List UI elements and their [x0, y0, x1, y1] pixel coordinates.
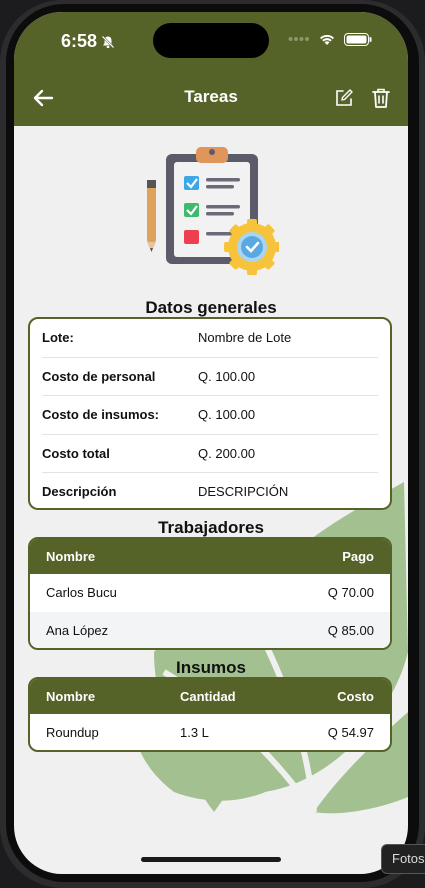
info-value: Nombre de Lote — [198, 330, 292, 346]
status-indicators — [288, 32, 372, 46]
status-time-text: 6:58 — [61, 31, 98, 51]
dynamic-island — [153, 23, 269, 58]
app-screen: 6:58 Tareas Datos generales Lote: Nombre… — [14, 12, 408, 874]
table-header: Nombre Cantidad Costo — [30, 679, 390, 714]
supply-quantity: 1.3 L — [180, 725, 209, 741]
fotos-tooltip: Fotos — [381, 844, 425, 874]
app-header: 6:58 Tareas — [14, 12, 408, 126]
table-row[interactable]: Roundup 1.3 L Q 54.97 — [30, 714, 390, 750]
column-header-nombre: Nombre — [46, 549, 96, 564]
info-row-costo-insumos: Costo de insumos: Q. 100.00 — [42, 396, 378, 435]
supply-name: Roundup — [46, 725, 99, 741]
supplies-table: Nombre Cantidad Costo Roundup 1.3 L Q 54… — [28, 677, 392, 752]
worker-name: Carlos Bucu — [46, 585, 117, 601]
table-header: Nombre Pago — [30, 539, 390, 574]
general-data-card: Lote: Nombre de Lote Costo de personal Q… — [28, 317, 392, 510]
worker-payment: Q 85.00 — [327, 622, 374, 638]
column-header-pago: Pago — [342, 549, 374, 564]
worker-name: Ana López — [46, 622, 109, 638]
info-value: DESCRIPCIÓN — [198, 484, 289, 500]
info-label: Descripción — [42, 484, 117, 500]
info-label: Lote: — [42, 330, 74, 346]
info-row-costo-personal: Costo de personal Q. 100.00 — [42, 358, 378, 396]
info-value: Q. 200.00 — [198, 445, 256, 461]
column-header-costo: Costo — [337, 689, 374, 704]
info-row-costo-total: Costo total Q. 200.00 — [42, 435, 378, 473]
info-label: Costo de personal — [42, 368, 156, 384]
trash-icon[interactable] — [372, 87, 390, 109]
worker-payment: Q 70.00 — [327, 585, 374, 601]
workers-table: Nombre Pago Carlos Bucu Q 70.00 Ana Lópe… — [28, 537, 392, 650]
wifi-icon — [320, 34, 334, 45]
signal-dots-icon — [288, 37, 309, 41]
section-title-insumos: Insumos — [176, 658, 246, 677]
info-value: Q. 100.00 — [198, 368, 256, 384]
table-row[interactable]: Carlos Bucu Q 70.00 — [30, 574, 390, 612]
bell-slash-icon — [101, 35, 115, 48]
info-row-lote: Lote: Nombre de Lote — [42, 319, 378, 358]
info-label: Costo de insumos: — [42, 407, 160, 423]
column-header-nombre: Nombre — [46, 689, 96, 704]
section-title-datos-generales: Datos generales — [145, 298, 277, 317]
supply-cost: Q 54.97 — [327, 725, 374, 741]
status-time: 6:58 — [61, 31, 115, 52]
info-label: Costo total — [42, 445, 110, 461]
edit-icon[interactable] — [334, 88, 354, 108]
task-checklist-illustration — [147, 147, 279, 275]
info-value: Q. 100.00 — [198, 407, 256, 423]
info-row-descripcion: Descripción DESCRIPCIÓN — [42, 473, 378, 508]
battery-icon — [344, 32, 372, 46]
column-header-cantidad: Cantidad — [180, 689, 236, 704]
section-title-trabajadores: Trabajadores — [158, 518, 264, 537]
home-indicator[interactable] — [141, 857, 281, 862]
table-row[interactable]: Ana López Q 85.00 — [30, 611, 390, 648]
